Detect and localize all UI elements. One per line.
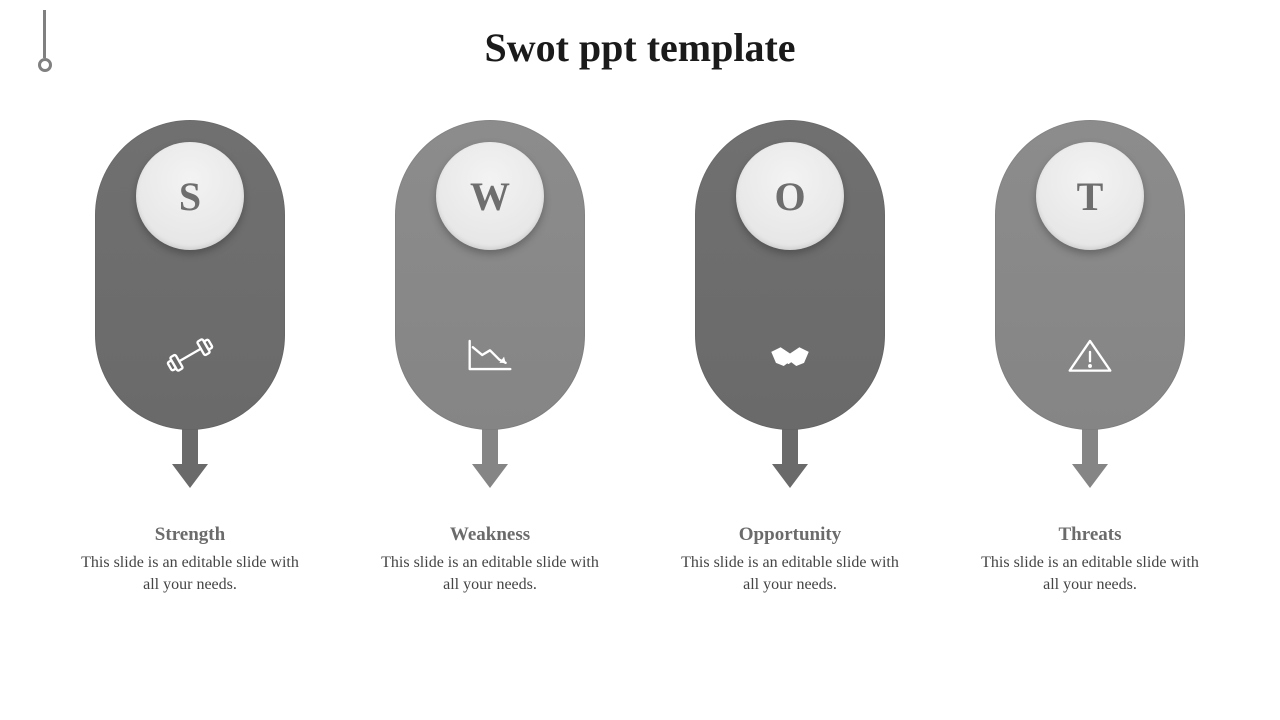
swot-item-threats: T Threats This slide is an editable slid…: [975, 120, 1205, 595]
letter-badge: O: [736, 142, 844, 250]
handshake-icon: [760, 330, 820, 380]
pill-threats: T: [995, 120, 1185, 430]
heading: Threats: [975, 524, 1205, 546]
slide-title: Swot ppt template: [0, 24, 1280, 71]
pill-weakness: W: [395, 120, 585, 430]
heading: Weakness: [375, 524, 605, 546]
arrow-down-icon: [1082, 428, 1098, 488]
warning-icon: [1060, 330, 1120, 380]
description: This slide is an editable slide with all…: [375, 552, 605, 595]
swot-item-strength: S Strength: [75, 120, 305, 595]
caption-threats: Threats This slide is an editable slide …: [975, 524, 1205, 595]
letter-badge: T: [1036, 142, 1144, 250]
pill-strength: S: [95, 120, 285, 430]
letter-badge: S: [136, 142, 244, 250]
dumbbell-icon: [160, 330, 220, 380]
heading: Strength: [75, 524, 305, 546]
arrow-down-icon: [782, 428, 798, 488]
swot-row: S Strength: [0, 120, 1280, 595]
letter-badge: W: [436, 142, 544, 250]
heading: Opportunity: [675, 524, 905, 546]
arrow-down-icon: [482, 428, 498, 488]
description: This slide is an editable slide with all…: [975, 552, 1205, 595]
caption-strength: Strength This slide is an editable slide…: [75, 524, 305, 595]
pill-opportunity: O: [695, 120, 885, 430]
caption-opportunity: Opportunity This slide is an editable sl…: [675, 524, 905, 595]
downtrend-icon: [460, 330, 520, 380]
swot-item-weakness: W Weakness This slide is an editable sli…: [375, 120, 605, 595]
swot-item-opportunity: O Opportunity This slide is an editable …: [675, 120, 905, 595]
arrow-down-icon: [182, 428, 198, 488]
description: This slide is an editable slide with all…: [675, 552, 905, 595]
description: This slide is an editable slide with all…: [75, 552, 305, 595]
slide: Swot ppt template S: [0, 0, 1280, 720]
caption-weakness: Weakness This slide is an editable slide…: [375, 524, 605, 595]
